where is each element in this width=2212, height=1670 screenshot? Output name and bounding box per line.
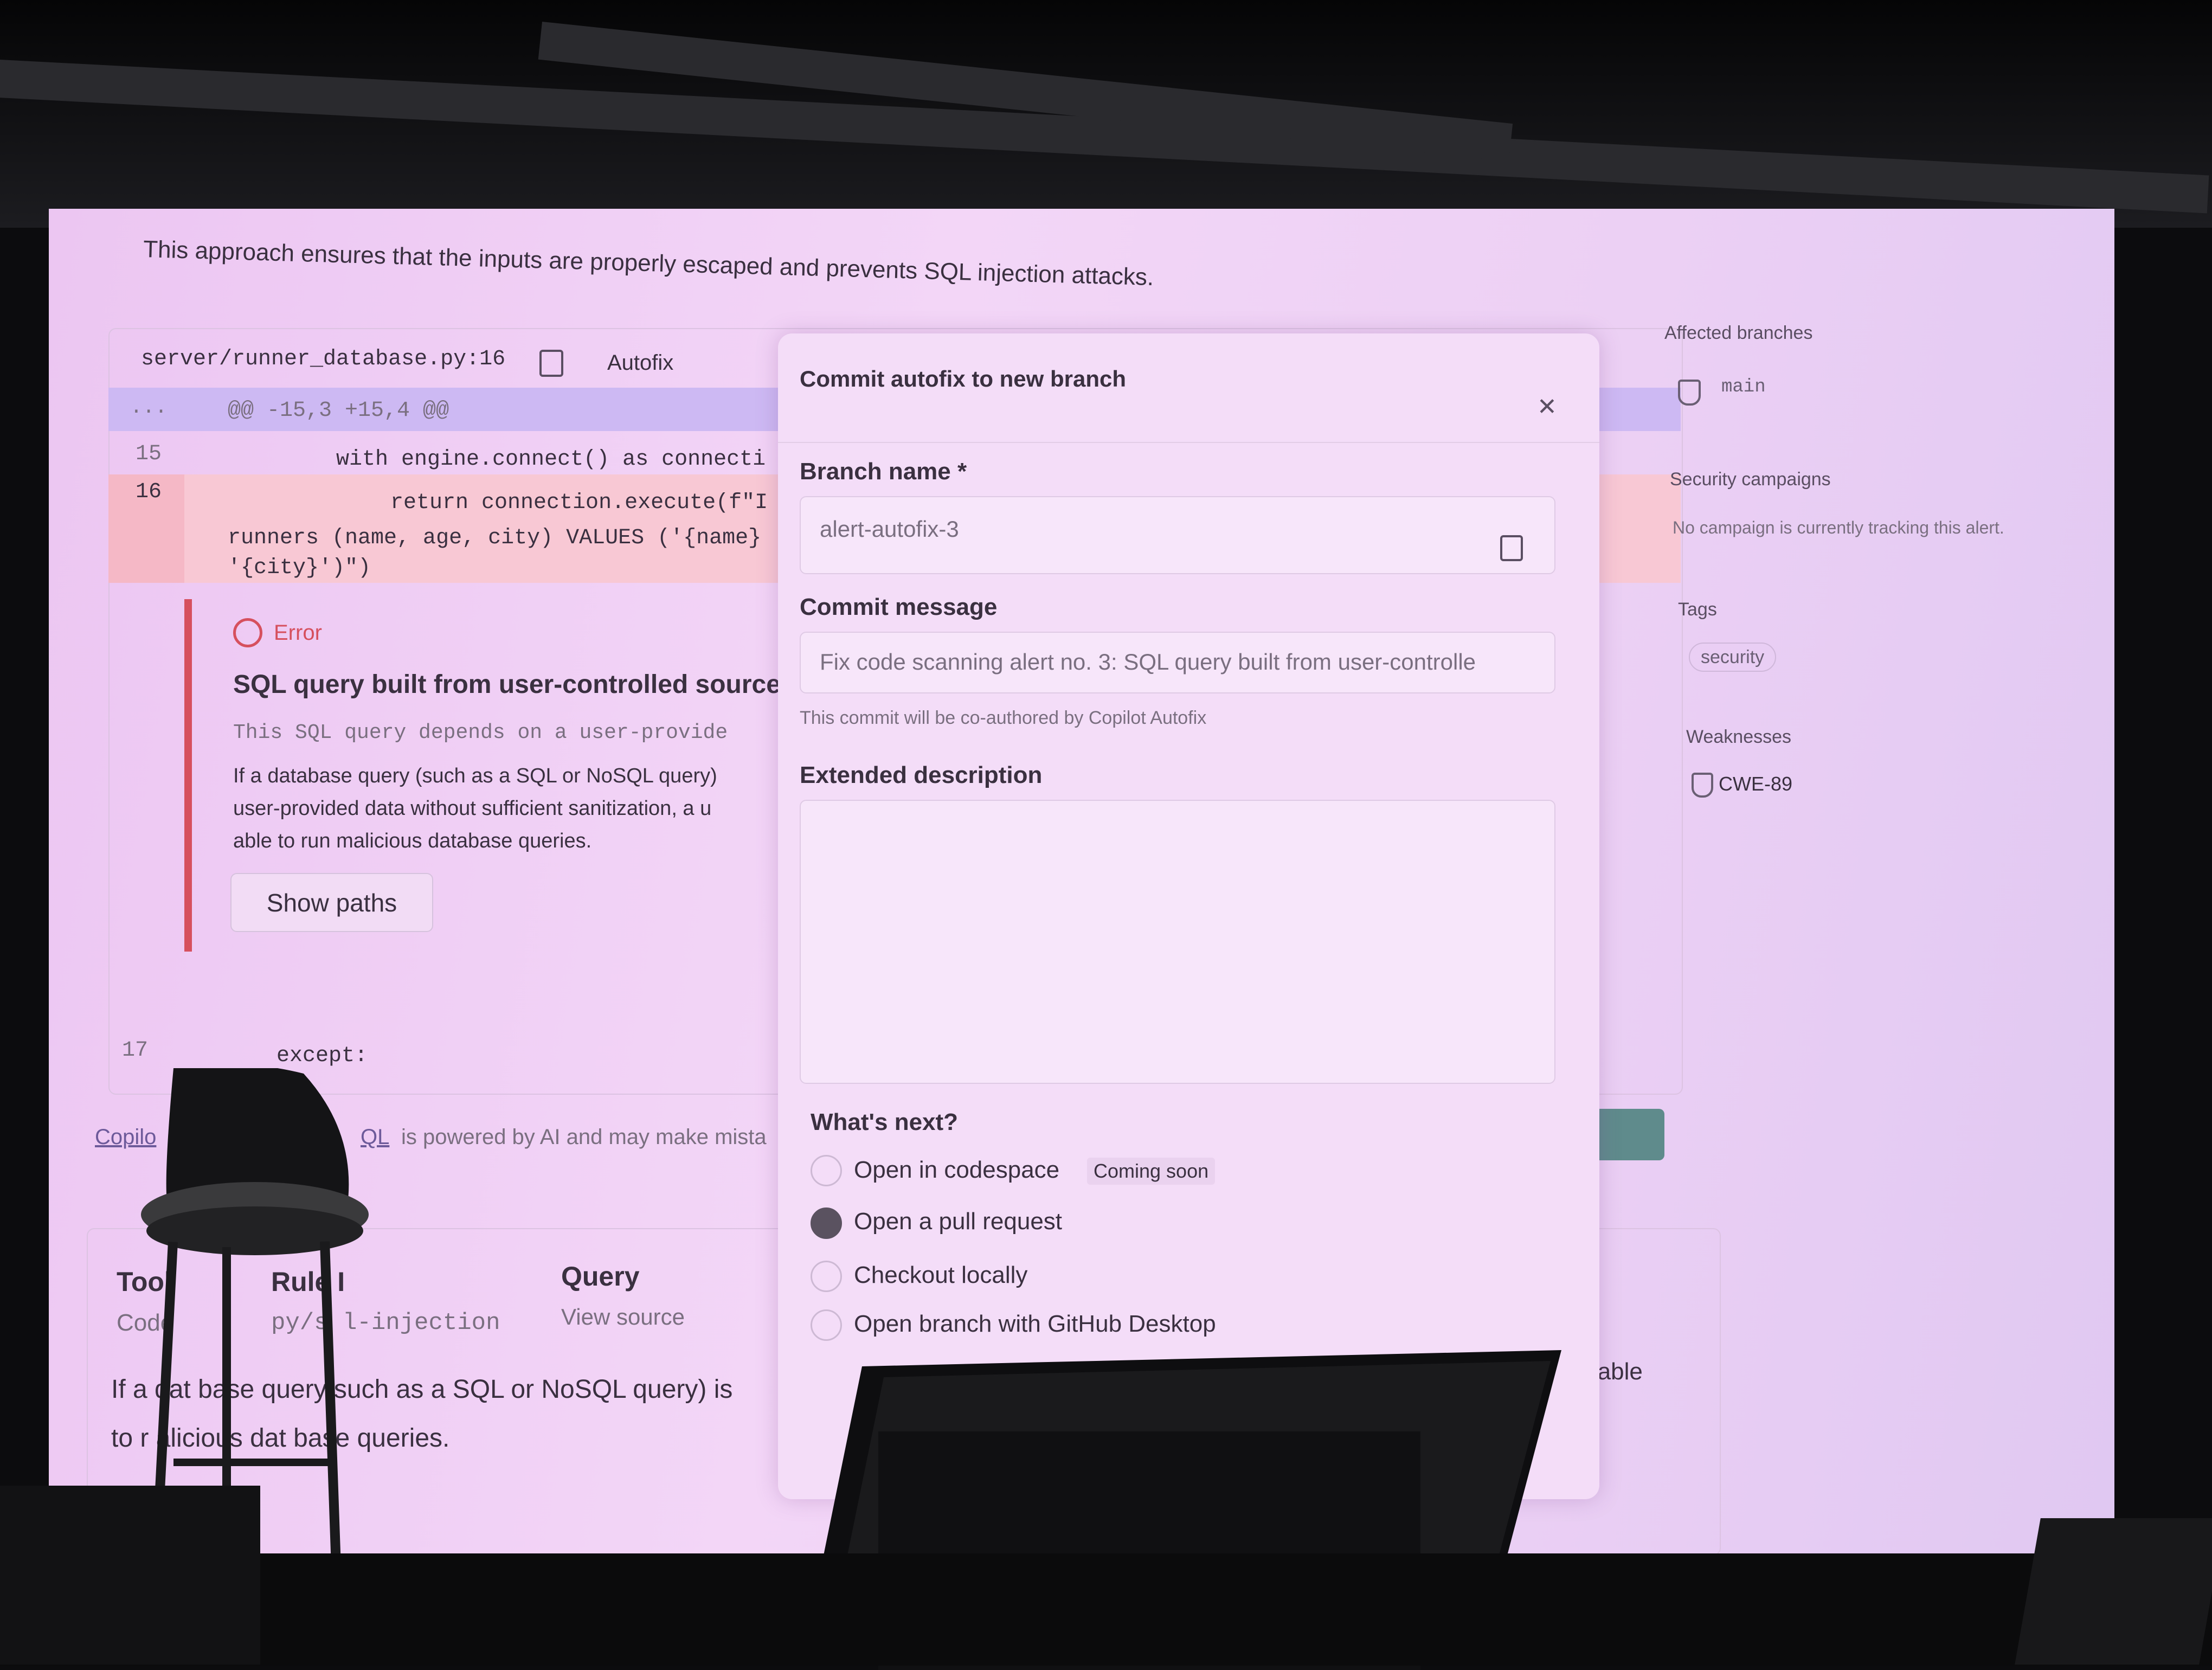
commit-hint: This commit will be co-authored by Copil…	[800, 708, 1207, 728]
weaknesses-title: Weaknesses	[1686, 727, 1792, 747]
commit-message-label: Commit message	[800, 594, 998, 620]
radio-github-desktop[interactable]	[811, 1309, 842, 1341]
hunk-gutter: ...	[130, 396, 168, 419]
error-title: SQL query built from user-controlled sou…	[233, 670, 781, 699]
close-icon[interactable]: ✕	[1537, 393, 1557, 421]
error-icon	[233, 618, 262, 647]
error-desc-3: able to run malicious database queries.	[233, 830, 592, 852]
option-open-codespace: Open in codespace	[854, 1157, 1060, 1183]
option-github-desktop: Open branch with GitHub Desktop	[854, 1311, 1216, 1337]
campaigns-text: No campaign is currently tracking this a…	[1673, 518, 2004, 537]
campaigns-title: Security campaigns	[1670, 469, 1831, 490]
radio-open-pull-request[interactable]	[811, 1207, 842, 1239]
code-line-17: except:	[276, 1044, 368, 1068]
whats-next-label: What's next?	[811, 1109, 959, 1135]
radio-open-codespace[interactable]	[811, 1155, 842, 1186]
line-number: 15	[136, 442, 162, 466]
extended-description-textarea[interactable]	[800, 800, 1555, 1084]
stage-floor	[0, 1553, 2212, 1666]
shield-icon	[1692, 773, 1713, 798]
code-line-15: with engine.connect() as connecti	[336, 447, 766, 472]
stage-speaker	[0, 1486, 260, 1665]
shield-icon	[1678, 380, 1701, 406]
tags-title: Tags	[1678, 599, 1717, 620]
weakness-cwe-link[interactable]: CWE-89	[1719, 773, 1792, 795]
ai-disclaimer: is powered by AI and may make mista	[401, 1125, 767, 1149]
file-path: server/runner_database.py:16	[141, 347, 506, 371]
line-number: 17	[122, 1038, 149, 1063]
error-desc-1: If a database query (such as a SQL or No…	[233, 765, 717, 787]
branch-name-value: alert-autofix-3	[820, 516, 959, 542]
option-open-pull-request: Open a pull request	[854, 1208, 1063, 1235]
extended-description-label: Extended description	[800, 762, 1043, 788]
branch-name-input[interactable]: alert-autofix-3	[800, 496, 1555, 574]
option-checkout-locally: Checkout locally	[854, 1262, 1028, 1288]
branch-badge[interactable]: main	[1711, 377, 1777, 397]
code-line-16a: return connection.execute(f"I	[390, 491, 768, 515]
branch-name-label: Branch name *	[800, 458, 967, 485]
dialog-title: Commit autofix to new branch	[800, 366, 1127, 391]
tag-security[interactable]: security	[1689, 643, 1777, 672]
commit-autofix-dialog: Commit autofix to new branch ✕ Branch na…	[778, 333, 1599, 1499]
copy-icon[interactable]	[1500, 535, 1523, 561]
query-header: Query	[561, 1261, 640, 1292]
show-paths-button[interactable]: Show paths	[230, 873, 433, 932]
intro-text: This approach ensures that the inputs ar…	[143, 236, 1154, 291]
radio-checkout-locally[interactable]	[811, 1261, 842, 1292]
view-source-link[interactable]: View source	[561, 1304, 685, 1330]
divider	[778, 442, 1599, 443]
commit-message-value: Fix code scanning alert no. 3: SQL query…	[820, 649, 1476, 675]
autofix-label: Autofix	[607, 351, 674, 375]
error-label: Error	[274, 621, 322, 645]
code-line-16c: '{city}')")	[228, 556, 371, 580]
hunk-header: @@ -15,3 +15,4 @@	[228, 399, 449, 423]
copy-icon[interactable]	[539, 350, 563, 377]
error-desc-2: user-provided data without sufficient sa…	[233, 797, 712, 820]
code-line-16b: runners (name, age, city) VALUES ('{name…	[228, 526, 762, 550]
affected-branches-title: Affected branches	[1664, 323, 1813, 343]
commit-message-input[interactable]: Fix code scanning alert no. 3: SQL query…	[800, 632, 1555, 693]
coming-soon-badge: Coming soon	[1087, 1158, 1216, 1185]
error-mono-text: This SQL query depends on a user-provide	[233, 721, 728, 744]
line-number: 16	[136, 480, 162, 504]
stage-speaker	[2015, 1518, 2212, 1665]
